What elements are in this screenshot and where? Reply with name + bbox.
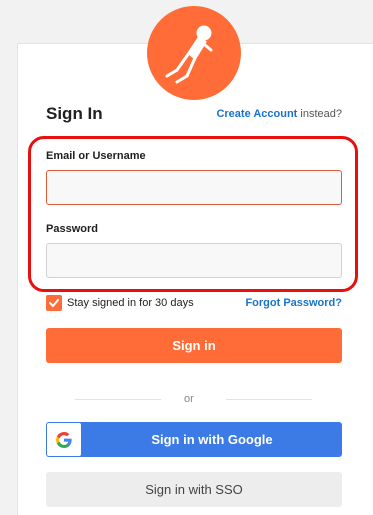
google-signin-label: Sign in with Google — [151, 432, 273, 447]
or-separator: or — [184, 393, 194, 405]
google-signin-button[interactable]: Sign in with Google — [46, 422, 342, 457]
postman-logo-icon — [147, 6, 241, 100]
google-icon — [47, 423, 81, 456]
stay-signed-in-label[interactable]: Stay signed in for 30 days — [67, 297, 194, 309]
page-title: Sign In — [46, 104, 103, 123]
email-field[interactable] — [46, 170, 342, 205]
sso-signin-button[interactable]: Sign in with SSO — [46, 472, 342, 507]
divider-left — [75, 399, 161, 400]
password-field[interactable] — [46, 243, 342, 278]
stay-signed-in-checkbox[interactable] — [46, 295, 62, 311]
create-account-suffix: instead? — [297, 108, 342, 120]
forgot-password-link[interactable]: Forgot Password? — [245, 297, 342, 309]
signin-button[interactable]: Sign in — [46, 328, 342, 363]
divider-right — [226, 399, 312, 400]
checkmark-icon — [49, 299, 59, 307]
password-label: Password — [46, 223, 98, 235]
create-account-prompt: Create Account instead? — [216, 108, 342, 120]
create-account-link[interactable]: Create Account — [216, 108, 297, 120]
email-label: Email or Username — [46, 150, 146, 162]
